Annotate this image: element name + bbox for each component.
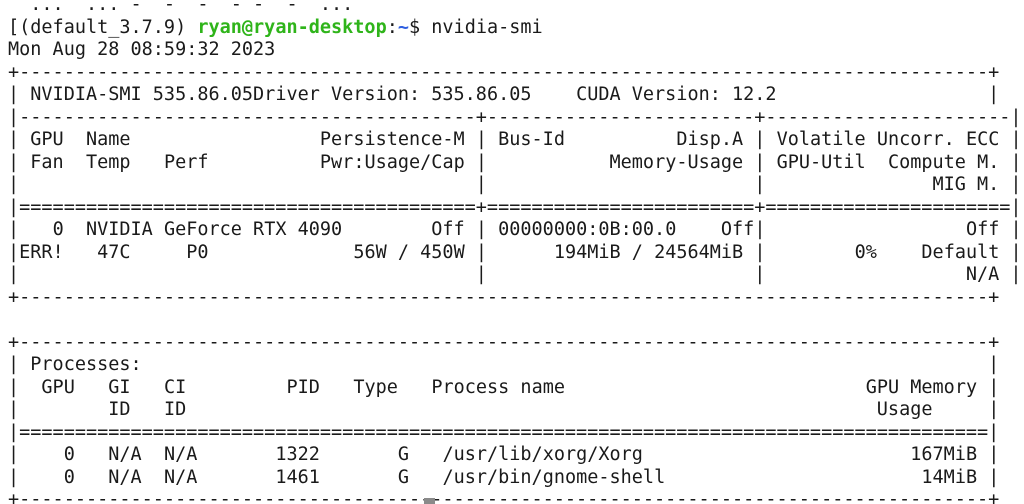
proc-name: /usr/lib/xorg/Xorg [442, 444, 643, 465]
previous-output-line: ... ... - - - - - - ... [8, 0, 354, 15]
gpu-compute-mode: Default [921, 241, 1000, 263]
smi-version: NVIDIA-SMI 535.86.05 [30, 84, 254, 105]
prompt-user-host: ryan@ryan-desktop [197, 16, 387, 38]
col-gpu: GPU [30, 129, 64, 150]
processes-header-2: | ID ID Usage | [8, 399, 1000, 420]
proc-name: /usr/bin/gnome-shell [442, 466, 666, 488]
smi-column-header-2: | Fan Temp Perf Pwr:Usage/Cap | Memory-U… [8, 151, 1022, 173]
proc-col-gi-id: ID [108, 399, 131, 420]
gpu-fan: ERR! [19, 241, 64, 263]
process-row: | 0 N/A N/A 1461 G /usr/bin/gnome-shell … [8, 466, 1000, 488]
proc-col-gi: GI [108, 376, 131, 398]
proc-col-name: Process name [431, 376, 565, 398]
col-persistence: Persistence-M [319, 129, 465, 150]
gpu-util: 0% [854, 241, 877, 263]
gpu-bus-id: 00000000:0B:00.0 [498, 219, 677, 240]
gpu-memory-usage: 194MiB / 24564MiB [553, 241, 744, 263]
proc-col-ci: CI [163, 376, 187, 398]
text-cursor [424, 498, 435, 504]
gpu-mig-mode: N/A [965, 264, 1000, 285]
proc-ci: N/A [163, 466, 198, 488]
smi-border: +---------------------------------------… [8, 286, 1000, 308]
prompt-line: [(default_3.7.9) ryan@ryan-desktop:~$ nv… [8, 16, 543, 38]
gpu-power: 56W / 450W [353, 241, 465, 263]
proc-pid: 1461 [275, 466, 320, 488]
processes-header-1: | GPU GI CI PID Type Process name GPU Me… [8, 376, 1000, 398]
processes-title-row: | Processes: | [8, 354, 1000, 375]
gpu-row-1: | 0 NVIDIA GeForce RTX 4090 Off | 000000… [8, 219, 1022, 240]
gpu-disp-a: Off [720, 219, 755, 240]
smi-separator: |---------------------------------------… [8, 106, 1022, 128]
timestamp-line: Mon Aug 28 08:59:32 2023 [8, 39, 1022, 62]
processes-border-bottom: +---------------------------------------… [8, 489, 1000, 504]
proc-col-type: Type [353, 376, 398, 398]
processes-border: +---------------------------------------… [8, 331, 1000, 353]
col-disp-a: Disp.A [676, 129, 744, 150]
gpu-index: 0 [52, 219, 64, 240]
col-perf: Perf [163, 151, 209, 173]
col-compute-mode: Compute M. [887, 151, 1000, 173]
processes-separator: |=======================================… [8, 421, 1000, 443]
col-gpu-util: GPU-Util [776, 151, 866, 173]
proc-ci: N/A [163, 444, 198, 465]
previous-output-line: ... ... - - - - - - ... [8, 0, 1022, 17]
col-fan: Fan [30, 151, 64, 173]
gpu-temp: 47C [97, 241, 131, 263]
gpu-perf: P0 [186, 241, 209, 263]
proc-gpu: 0 [63, 444, 75, 465]
smi-separator-double: |=======================================… [8, 196, 1022, 218]
proc-memory: 14MiB [921, 466, 978, 488]
terminal-output: ... ... - - - - - - ... [(default_3.7.9) … [8, 0, 1022, 504]
proc-col-pid: PID [286, 376, 320, 398]
col-ecc: Volatile Uncorr. ECC [776, 129, 1000, 150]
proc-col-ci-id: ID [163, 399, 187, 420]
proc-type: G [397, 444, 410, 465]
proc-gi: N/A [108, 444, 142, 465]
smi-border: +---------------------------------------… [8, 61, 1000, 83]
col-memory-usage: Memory-Usage [609, 151, 744, 173]
prompt-env: (default_3.7.9) [19, 16, 187, 38]
proc-gi: N/A [108, 466, 142, 488]
gpu-row-3: | | | N/A | [8, 264, 1022, 285]
smi-column-header-3: | | | MIG M. | [8, 174, 1022, 195]
timestamp: Mon Aug 28 08:59:32 2023 [8, 39, 276, 60]
processes-title: Processes: [30, 354, 142, 375]
smi-column-header-1: | GPU Name Persistence-M | Bus-Id Disp.A… [8, 129, 1022, 150]
proc-memory: 167MiB [910, 444, 978, 465]
proc-col-gpu: GPU [41, 376, 75, 398]
col-bus-id: Bus-Id [498, 129, 565, 150]
gpu-ecc: Off [965, 219, 1000, 240]
col-temp: Temp [85, 151, 131, 173]
proc-type: G [397, 466, 410, 488]
cuda-version: CUDA Version: 12.2 [576, 84, 777, 105]
prompt-cwd: ~ [397, 16, 409, 38]
gpu-name: NVIDIA GeForce RTX 4090 [85, 219, 343, 240]
proc-pid: 1322 [275, 444, 320, 465]
process-row: | 0 N/A N/A 1322 G /usr/lib/xorg/Xorg 16… [8, 444, 1000, 465]
proc-gpu: 0 [63, 466, 75, 488]
gpu-persistence: Off [431, 219, 465, 240]
driver-version: Driver Version: 535.86.05 [253, 84, 532, 105]
proc-col-usage: Usage [876, 399, 933, 420]
prompt-command: nvidia-smi [431, 16, 543, 38]
proc-col-gpu-memory: GPU Memory [865, 376, 978, 398]
smi-header-row: | NVIDIA-SMI 535.86.05Driver Version: 53… [8, 84, 1000, 105]
col-pwr-usage-cap: Pwr:Usage/Cap [319, 151, 465, 173]
col-mig-mode: MIG M. [932, 174, 1000, 195]
prompt-symbol: $ [409, 16, 421, 38]
col-name: Name [85, 129, 131, 150]
terminal-window[interactable]: ... ... - - - - - - ... [(default_3.7.9) … [0, 0, 1024, 504]
gpu-row-2: |ERR! 47C P0 56W / 450W | 194MiB / 24564… [8, 241, 1022, 263]
